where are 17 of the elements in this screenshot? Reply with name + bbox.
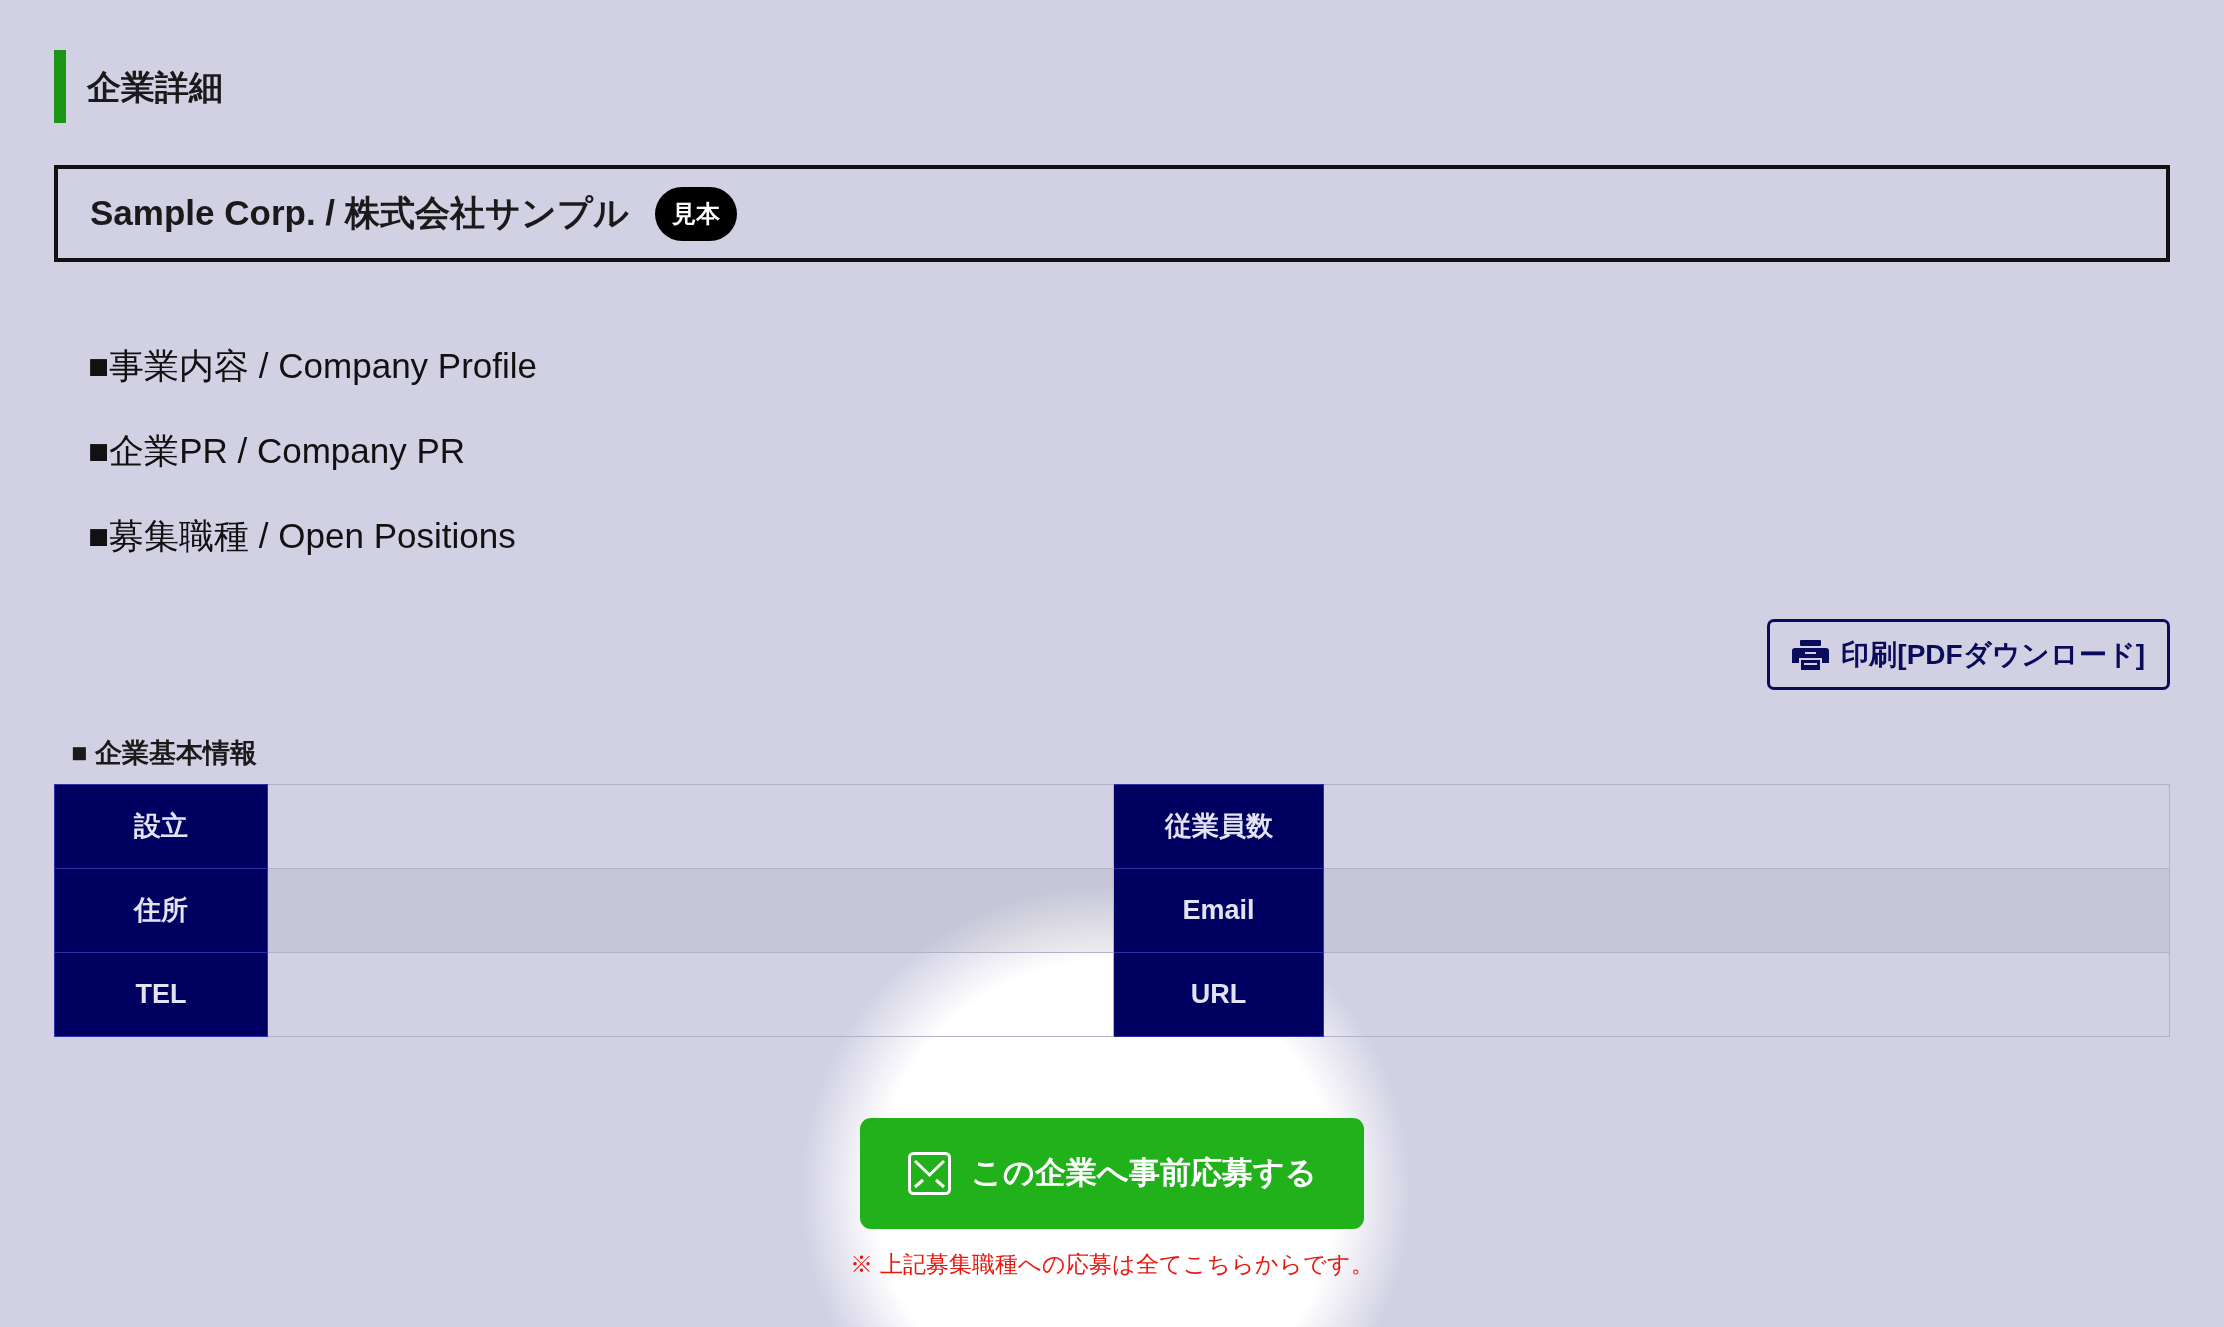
header-cell: 設立 [54,784,268,869]
header-cell: TEL [54,952,268,1037]
company-name: Sample Corp. / 株式会社サンプル [90,192,629,235]
header-cell: Email [1113,868,1324,953]
mail-icon [907,1152,951,1195]
header-cell: 住所 [54,868,268,953]
section-heading: ■ 企業基本情報 [71,736,257,770]
printer-icon [1792,639,1830,670]
section-title: ■事業内容 / Company Profile [88,345,538,388]
header-cell: URL [1113,952,1324,1037]
section-title: ■募集職種 / Open Positions [88,515,516,558]
header-cell: 従業員数 [1113,784,1324,869]
section-title: ■企業PR / Company PR [88,430,466,473]
print-pdf-button[interactable]: 印刷[PDFダウンロード] [1767,619,2170,690]
page-title: 企業詳細 [87,69,223,104]
application-note: ※ 上記募集職種への応募は全てこちらからです。 [850,1250,1374,1279]
sample-badge: 見本 [654,186,737,241]
